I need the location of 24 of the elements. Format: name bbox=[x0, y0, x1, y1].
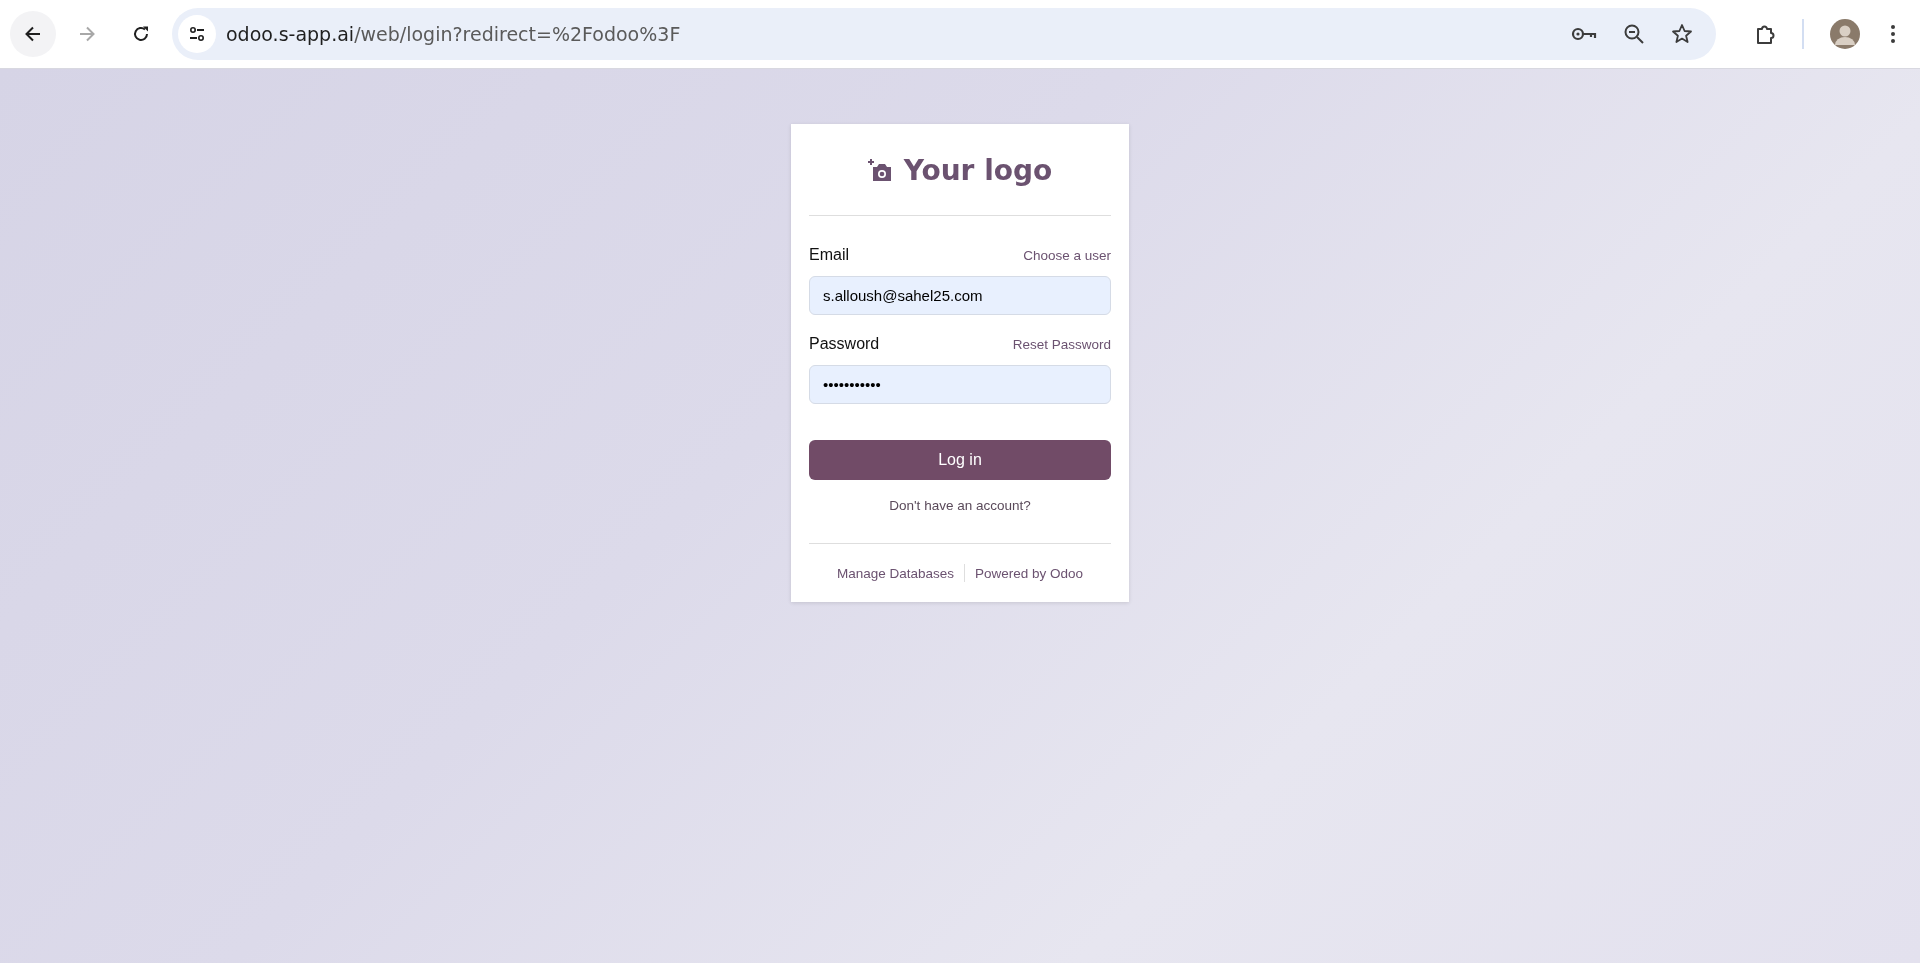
footer-link[interactable]: Powered by Odoo bbox=[975, 565, 1084, 581]
logo-text: Your logo bbox=[903, 154, 1053, 187]
log-in-button[interactable]: Log in bbox=[809, 440, 1111, 480]
field-link[interactable]: Reset Password bbox=[1012, 337, 1111, 352]
avatar-icon[interactable] bbox=[1830, 19, 1860, 49]
sign-up-link[interactable]: Don't have an account? bbox=[889, 498, 1031, 513]
star-icon[interactable] bbox=[1671, 23, 1693, 45]
reload-icon bbox=[131, 24, 151, 44]
field-label: Password bbox=[809, 335, 880, 353]
input-field[interactable]: s.alloush@sahel25.com bbox=[809, 276, 1111, 315]
back-button[interactable] bbox=[10, 11, 56, 57]
footer-link[interactable]: Manage Databases bbox=[836, 565, 954, 581]
more-options-icon[interactable] bbox=[1890, 23, 1896, 45]
input-field[interactable]: ••••••••••• bbox=[809, 365, 1111, 404]
back-arrow-icon bbox=[23, 24, 43, 44]
field-label: Email bbox=[809, 246, 849, 264]
zoom-out-icon[interactable] bbox=[1623, 23, 1645, 45]
site-settings-icon[interactable] bbox=[178, 15, 216, 53]
forward-arrow-icon bbox=[77, 24, 97, 44]
key-icon[interactable] bbox=[1571, 26, 1597, 42]
field-link[interactable]: Choose a user bbox=[1023, 248, 1111, 263]
url-text: odoo.s-app.ai/web/login?redirect=%2Fodoo%3F bbox=[226, 23, 681, 45]
address-bar[interactable]: odoo.s-app.ai/web/login?redirect=%2Fodoo%3F bbox=[172, 8, 1716, 60]
camera-add-icon bbox=[867, 158, 894, 183]
